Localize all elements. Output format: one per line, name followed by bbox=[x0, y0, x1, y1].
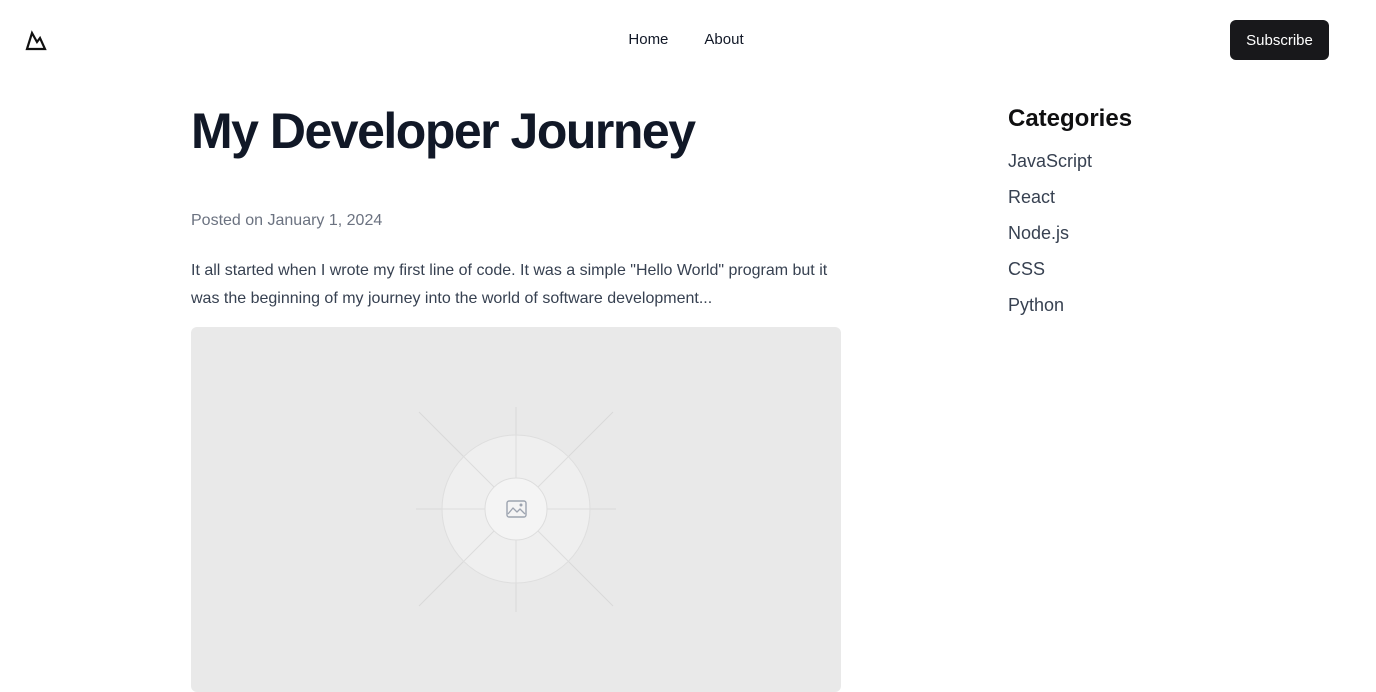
mountain-logo-icon[interactable] bbox=[24, 28, 48, 52]
category-link-nodejs[interactable]: Node.js bbox=[1008, 223, 1069, 243]
categories-list: JavaScript React Node.js CSS Python bbox=[1008, 149, 1308, 317]
post-date: Posted on January 1, 2024 bbox=[191, 212, 383, 229]
categories-heading: Categories bbox=[1008, 105, 1133, 132]
post-image-placeholder bbox=[191, 327, 841, 692]
category-item: Node.js bbox=[1008, 221, 1308, 245]
category-item: JavaScript bbox=[1008, 149, 1308, 173]
subscribe-button[interactable]: Subscribe bbox=[1230, 20, 1329, 60]
category-link-css[interactable]: CSS bbox=[1008, 259, 1045, 279]
post-content: My Developer Journey Posted on January 1… bbox=[191, 96, 841, 313]
category-item: CSS bbox=[1008, 257, 1308, 281]
post-excerpt: It all started when I wrote my first lin… bbox=[191, 262, 828, 307]
categories-sidebar: Categories JavaScript React Node.js CSS … bbox=[1008, 103, 1308, 329]
site-header: Home About Subscribe bbox=[0, 0, 1376, 80]
category-item: React bbox=[1008, 185, 1308, 209]
main-nav: Home About bbox=[0, 0, 1376, 80]
nav-link-about[interactable]: About bbox=[704, 30, 743, 50]
image-placeholder-graphic bbox=[416, 407, 616, 612]
category-link-javascript[interactable]: JavaScript bbox=[1008, 151, 1092, 171]
category-link-react[interactable]: React bbox=[1008, 187, 1055, 207]
nav-link-home[interactable]: Home bbox=[628, 30, 668, 50]
category-item: Python bbox=[1008, 293, 1308, 317]
post-title: My Developer Journey bbox=[191, 103, 696, 159]
category-link-python[interactable]: Python bbox=[1008, 295, 1064, 315]
